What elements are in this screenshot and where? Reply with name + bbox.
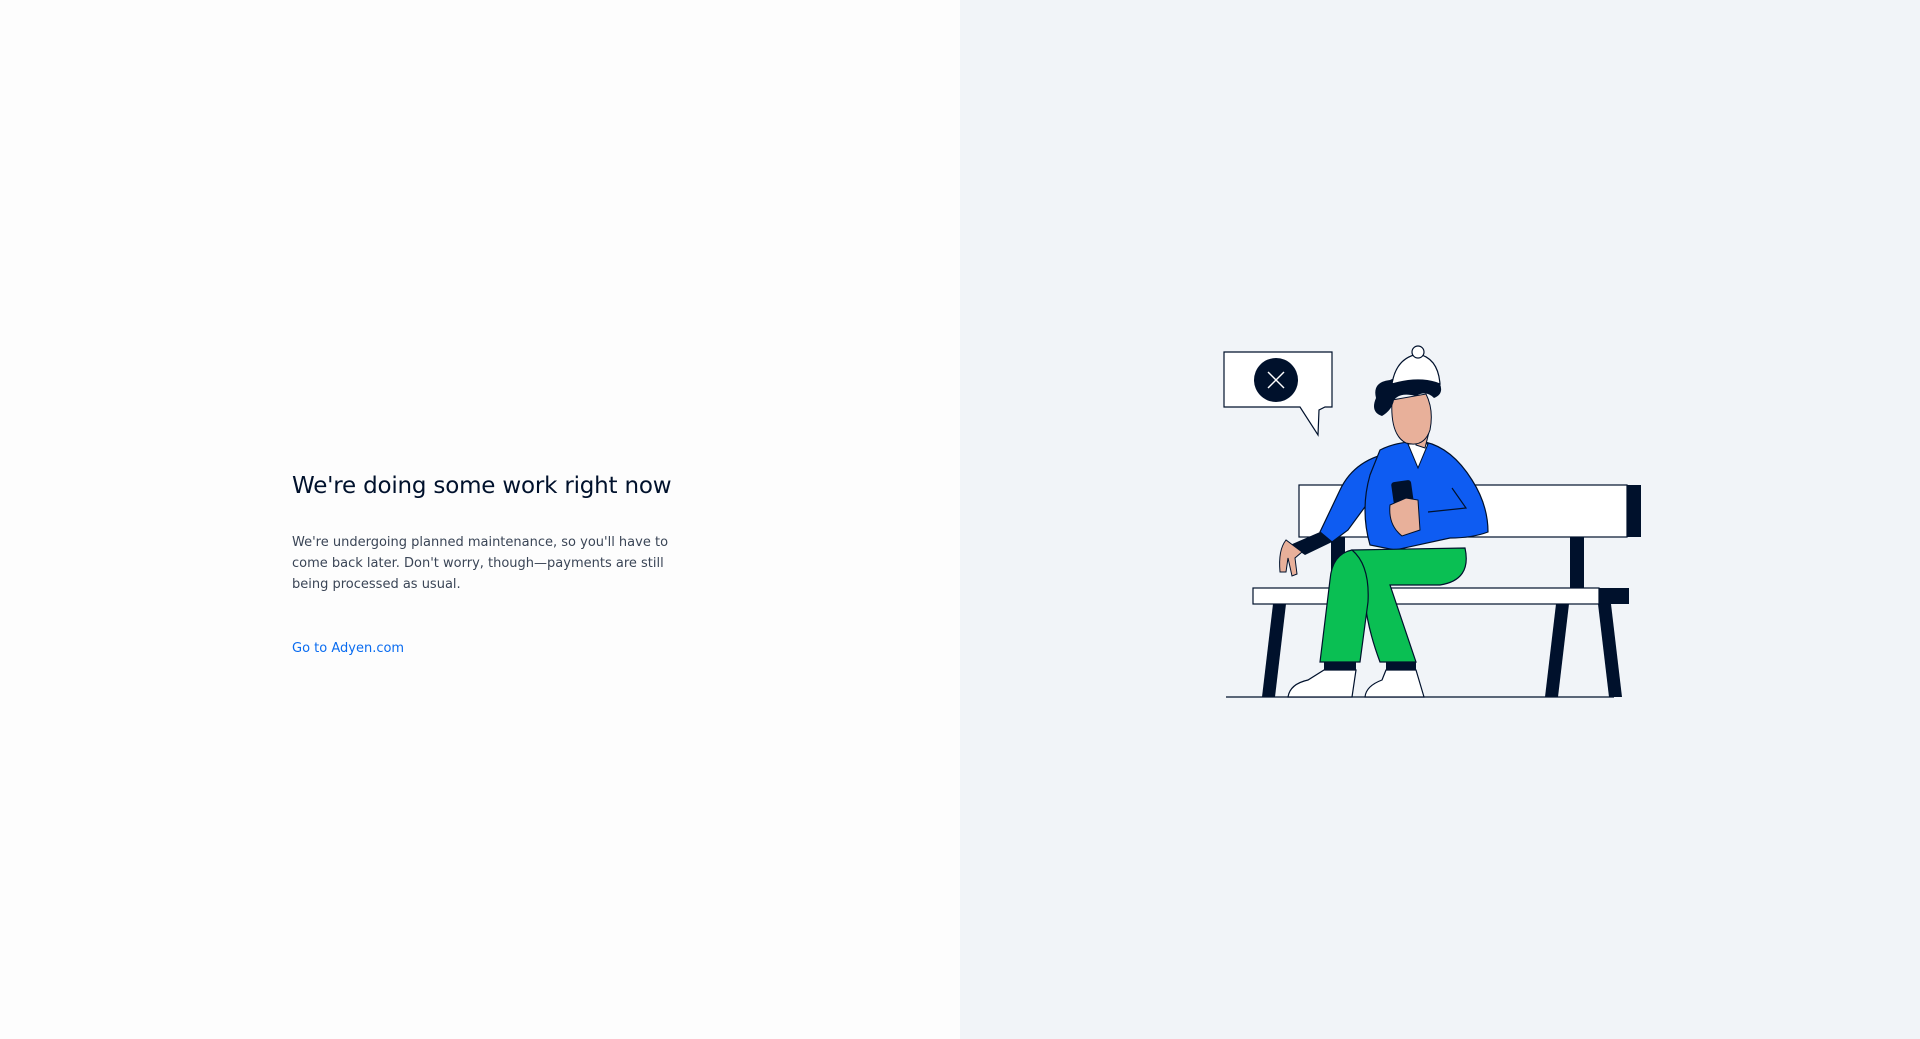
maintenance-page: We're doing some work right now We're un… <box>0 0 1920 1039</box>
person-on-bench-illustration <box>1223 345 1641 698</box>
go-to-adyen-link[interactable]: Go to Adyen.com <box>292 641 404 656</box>
illustration-panel <box>960 0 1920 1039</box>
maintenance-description: We're undergoing planned maintenance, so… <box>292 535 669 592</box>
speech-bubble <box>1223 351 1333 437</box>
message-panel: We're doing some work right now We're un… <box>0 0 960 1039</box>
message-content: We're doing some work right now We're un… <box>292 468 672 656</box>
page-title: We're doing some work right now <box>292 473 672 499</box>
